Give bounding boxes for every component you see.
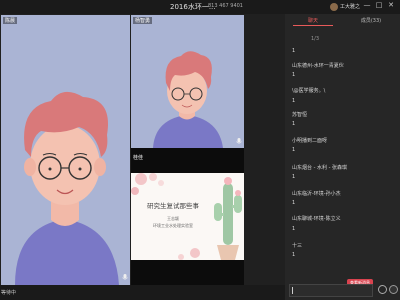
chat-sender: 山东聊城-环境-陈立义 xyxy=(292,216,341,222)
chat-message: 1 xyxy=(292,252,296,258)
chat-message: 1 xyxy=(292,200,296,206)
chat-message: 1 xyxy=(292,147,296,153)
chat-message: 1 xyxy=(292,72,296,78)
mic-icon xyxy=(122,274,128,280)
status-bar: 等待中 xyxy=(0,285,285,300)
maximize-button[interactable]: □ xyxy=(374,1,384,9)
meeting-window: 2016水环一... 813 467 9401 工大雅之 — □ ✕ 陈晨 杨智… xyxy=(0,0,400,300)
chat-sender: 十三 xyxy=(292,243,303,249)
participant-name: 陈晨 xyxy=(3,17,18,24)
main-video-tile[interactable]: 陈晨 xyxy=(1,15,130,285)
screen-share-header: 桂佳 xyxy=(131,148,244,173)
mic-icon xyxy=(236,138,242,144)
participant-name: 杨智勇 xyxy=(133,17,153,24)
chat-sender: 山东临沂-环境-孙小杰 xyxy=(292,191,341,197)
chat-sender: \@医学服务。\ xyxy=(292,88,326,94)
participant-name: 桂佳 xyxy=(133,155,144,161)
emoji-icon[interactable] xyxy=(378,285,387,294)
chat-tabs: 聊天 成员(33) xyxy=(285,14,400,26)
chat-date: 1/3 xyxy=(311,36,320,42)
chat-sender: 苏智恒 xyxy=(292,112,308,118)
chat-message: 1 xyxy=(292,48,296,54)
chat-panel: 聊天 成员(33) 1/3 1 山东德州-水环一青夏伙 1 \@医学服务。\ 1… xyxy=(285,14,400,300)
user-avatar[interactable] xyxy=(330,3,338,11)
avatar-illustration xyxy=(153,51,223,148)
active-tab-indicator xyxy=(293,25,333,26)
title-bar: 2016水环一... 813 467 9401 工大雅之 — □ ✕ xyxy=(0,0,400,14)
chat-message: 1 xyxy=(292,121,296,127)
slide-author: 王志颖 xyxy=(167,216,179,221)
video-area-padding xyxy=(131,260,244,285)
chat-sender: 山东烟台 - 水利 - 张森琪 xyxy=(292,165,347,171)
chat-message: 1 xyxy=(292,98,296,104)
shared-slide[interactable]: 研究生复试那些事 王志颖 环境工业水处理实验室 xyxy=(131,173,244,260)
avatar-illustration xyxy=(15,91,119,285)
chat-input[interactable] xyxy=(289,284,373,297)
chat-message: 1 xyxy=(292,174,296,180)
minimize-button[interactable]: — xyxy=(362,1,372,9)
slide-organization: 环境工业水处理实验室 xyxy=(153,223,193,228)
slide-title: 研究生复试那些事 xyxy=(147,202,199,210)
status-text: 等待中 xyxy=(1,290,17,296)
meeting-id: 813 467 9401 xyxy=(208,3,243,9)
chat-sender: 山东德州-水环一青夏伙 xyxy=(292,63,344,69)
text-cursor xyxy=(292,287,293,294)
participant-video-tile[interactable]: 杨智勇 xyxy=(131,15,244,148)
user-name[interactable]: 工大雅之 xyxy=(340,3,360,10)
close-button[interactable]: ✕ xyxy=(386,1,396,9)
tab-members[interactable]: 成员(33) xyxy=(343,17,399,24)
chat-sender: 小明播到二面呀 xyxy=(292,138,328,144)
chat-message: 1 xyxy=(292,226,296,232)
tab-chat[interactable]: 聊天 xyxy=(285,17,341,24)
more-options-icon[interactable] xyxy=(389,285,398,294)
